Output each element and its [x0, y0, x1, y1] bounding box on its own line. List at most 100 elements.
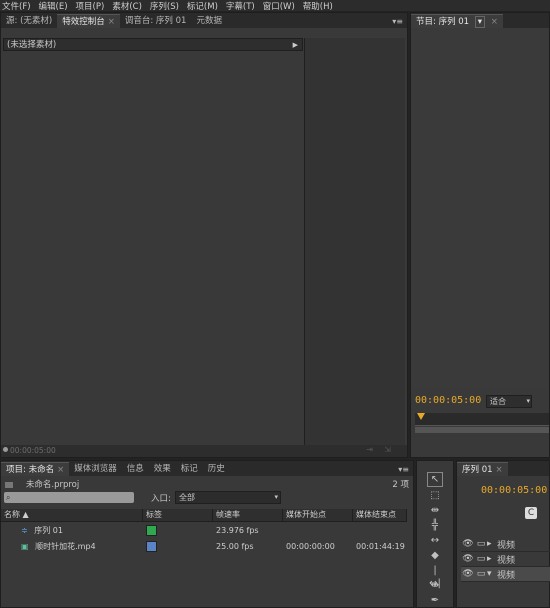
menu-file[interactable]: 文件(F) [2, 0, 31, 12]
tab-effect-controls[interactable]: 特效控制台 × [57, 14, 120, 28]
track-list: 👁 ▭ ▸ 视频 👁 ▭ ▸ 视频 👁 ▭ ▾ 视频 [461, 537, 550, 582]
close-icon[interactable]: × [108, 17, 115, 27]
row-name: ▣ 顺时针加花.mp4 [1, 539, 143, 554]
ripple-edit-tool-icon[interactable]: ⇹ [428, 504, 442, 517]
menu-sequence[interactable]: 序列(S) [150, 0, 179, 12]
tab-sequence[interactable]: 序列 01 × [457, 462, 508, 476]
selection-tool-icon[interactable]: ↖ [427, 472, 443, 487]
entry-label: 入口: [151, 494, 171, 504]
filter-icon[interactable]: ⇲ [384, 445, 391, 454]
program-time-ruler[interactable] [415, 413, 549, 426]
menu-help[interactable]: 帮助(H) [303, 0, 333, 12]
close-icon[interactable]: × [496, 465, 503, 475]
tab-project[interactable]: 项目: 未命名 × [1, 462, 70, 476]
snap-icon[interactable]: C [525, 507, 537, 519]
track-name: 视频 [497, 570, 516, 581]
label-color-swatch[interactable] [146, 525, 157, 536]
eye-icon[interactable]: 👁 [461, 569, 475, 579]
effect-controls-header: (未选择素材) ▶ [3, 38, 303, 51]
lock-icon[interactable]: ▭ [475, 539, 487, 549]
export-icon[interactable]: ⇥ [366, 445, 373, 454]
column-label[interactable]: 标签 [143, 509, 213, 521]
chevron-down-icon[interactable]: ▾ [487, 569, 495, 579]
playhead-dot-icon [3, 447, 8, 452]
timeline-timecode[interactable]: 00:00:05:00 [481, 485, 547, 496]
lock-icon[interactable]: ▭ [475, 554, 487, 564]
effect-timecode: 00:00:05:00 [10, 446, 56, 455]
menu-window[interactable]: 窗口(W) [263, 0, 295, 12]
row-name-text: 序列 01 [34, 526, 63, 535]
fit-dropdown[interactable]: 适合 ▾ [486, 395, 532, 408]
column-frame-rate[interactable]: 帧速率 [213, 509, 283, 521]
close-icon[interactable]: × [491, 17, 498, 27]
sequence-icon: ≑ [21, 526, 28, 535]
tools-panel: ↖ ⬚ ⇹ ╬ ↔ ◆ |↔| ⇼ ✒ [416, 460, 454, 608]
row-label [143, 539, 213, 554]
program-tabbar: 节目: 序列 01 ▾ × [411, 13, 549, 28]
menu-bar: 文件(F) 编辑(E) 项目(P) 素材(C) 序列(S) 标记(M) 字幕(T… [0, 0, 550, 12]
menu-title[interactable]: 字幕(T) [226, 0, 255, 12]
entry-dropdown[interactable]: 全部 ▾ [175, 491, 281, 504]
razor-tool-icon[interactable]: ◆ [428, 549, 442, 562]
tab-audio-mixer[interactable]: 调音台: 序列 01 [120, 14, 192, 28]
program-timecode[interactable]: 00:00:05:00 [415, 395, 481, 406]
row-label [143, 523, 213, 538]
play-triangle-icon[interactable]: ▶ [293, 39, 298, 51]
tab-history[interactable]: 历史 [203, 462, 230, 476]
column-name[interactable]: 名称 ▲ [1, 509, 143, 521]
effect-controls-panel: 源: (无素材) 特效控制台 × 调音台: 序列 01 元数据 ▾≡ (未选择素材… [0, 12, 408, 458]
column-media-start[interactable]: 媒体开始点 [283, 509, 353, 521]
tab-program[interactable]: 节目: 序列 01 ▾ × [411, 14, 503, 28]
label-color-swatch[interactable] [146, 541, 157, 552]
slip-tool-icon[interactable]: |↔| [428, 564, 442, 589]
eye-icon[interactable]: 👁 [461, 539, 475, 549]
item-count: 2 项 [392, 480, 409, 490]
chevron-down-icon: ▾ [274, 493, 278, 501]
track-name: 视频 [497, 540, 516, 551]
table-row[interactable]: ▣ 顺时针加花.mp4 25.00 fps 00:00:00:00 00:01:… [1, 539, 407, 554]
program-video-area [411, 28, 549, 388]
chevron-down-icon[interactable]: ▾ [474, 16, 486, 28]
menu-edit[interactable]: 编辑(E) [39, 0, 68, 12]
column-media-end[interactable]: 媒体结束点 [353, 509, 407, 521]
chevron-right-icon[interactable]: ▸ [487, 554, 495, 564]
video-track-header[interactable]: 👁 ▭ ▾ 视频 [461, 567, 550, 582]
track-select-tool-icon[interactable]: ⬚ [428, 489, 442, 502]
chevron-right-icon[interactable]: ▸ [487, 539, 495, 549]
panel-menu-icon[interactable]: ▾≡ [392, 17, 407, 28]
video-track-header[interactable]: 👁 ▭ ▸ 视频 [461, 552, 550, 567]
track-name: 视频 [497, 555, 516, 566]
row-start: 00:00:00:00 [286, 542, 335, 551]
search-icon: ⌕ [6, 493, 11, 502]
video-track-header[interactable]: 👁 ▭ ▸ 视频 [461, 537, 550, 552]
tab-effects[interactable]: 效果 [149, 462, 176, 476]
menu-clip[interactable]: 素材(C) [112, 0, 142, 12]
effect-controls-footer: 00:00:05:00 ⇥ ⇲ [1, 445, 407, 457]
table-row[interactable]: ≑ 序列 01 23.976 fps [1, 523, 407, 538]
menu-project[interactable]: 项目(P) [76, 0, 105, 12]
tab-markers[interactable]: 标记 [176, 462, 203, 476]
playhead-marker-icon[interactable] [417, 413, 425, 420]
source-tabbar: 源: (无素材) 特效控制台 × 调音台: 序列 01 元数据 ▾≡ [1, 13, 407, 28]
tab-metadata[interactable]: 元数据 [191, 14, 227, 28]
close-icon[interactable]: × [57, 465, 64, 475]
search-input[interactable]: ⌕ [4, 492, 134, 503]
tab-source[interactable]: 源: (无素材) [1, 14, 57, 28]
lock-icon[interactable]: ▭ [475, 569, 487, 579]
tab-media-browser[interactable]: 媒体浏览器 [69, 462, 122, 476]
timeline-panel: 序列 01 × 00:00:05:00 C 👁 ▭ ▸ 视频 👁 ▭ ▸ 视频 👁… [456, 460, 550, 608]
program-monitor-panel: 节目: 序列 01 ▾ × 00:00:05:00 适合 ▾ [410, 12, 550, 458]
program-zoom-bar[interactable] [415, 427, 549, 433]
rate-stretch-tool-icon[interactable]: ↔ [428, 534, 442, 547]
tab-program-label: 节目: 序列 01 [416, 17, 470, 27]
menu-marker[interactable]: 标记(M) [187, 0, 218, 12]
tab-info[interactable]: 信息 [122, 462, 149, 476]
panel-menu-icon[interactable]: ▾≡ [398, 465, 413, 476]
row-end [353, 523, 407, 538]
fit-dropdown-label: 适合 [490, 397, 506, 406]
rolling-edit-tool-icon[interactable]: ╬ [428, 519, 442, 532]
eye-icon[interactable]: 👁 [461, 554, 475, 564]
pen-tool-icon[interactable]: ✒ [428, 594, 442, 607]
row-name: ≑ 序列 01 [1, 523, 143, 538]
no-clip-selected-label: (未选择素材) [7, 40, 57, 50]
